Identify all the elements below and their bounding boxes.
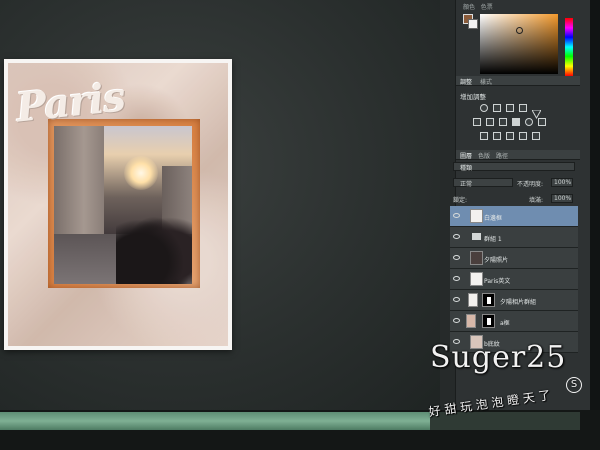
sun-glow	[124, 156, 158, 190]
curves-icon[interactable]	[506, 104, 514, 112]
layers-tabbar: 圖層 色版 路徑	[456, 150, 580, 160]
tab-color[interactable]: 顏色	[463, 4, 475, 11]
tab-channels[interactable]: 色版	[478, 151, 490, 160]
photo-filter-icon[interactable]	[525, 118, 533, 126]
blend-row: 正常 不透明度: 100%	[453, 178, 575, 188]
document-canvas[interactable]: Paris	[4, 59, 232, 350]
selective-color-icon[interactable]	[532, 132, 540, 140]
layer-thumbnail	[470, 251, 483, 265]
layer-name: a框	[500, 320, 510, 327]
crowd-silhouettes	[116, 212, 192, 284]
blend-mode-select[interactable]: 正常	[453, 178, 513, 188]
layer-thumbnail	[470, 209, 483, 223]
layer-name: Paris英文	[484, 278, 511, 285]
layer-thumbnail	[468, 293, 478, 307]
color-panel-tabs: 顏色 色票	[463, 2, 493, 11]
sunset-street-photo	[54, 126, 192, 284]
color-picker-field[interactable]	[480, 14, 558, 74]
color-balance-icon[interactable]	[499, 118, 507, 126]
watermark-text: Suger25	[430, 340, 567, 375]
taskbar	[0, 412, 430, 430]
tab-styles[interactable]: 樣式	[480, 77, 492, 86]
layer-mask-thumbnail	[482, 314, 495, 328]
layer-name: 群組 1	[484, 236, 502, 243]
layer-name: 白邊框	[484, 215, 503, 222]
bw-icon[interactable]	[512, 118, 520, 126]
layer-row[interactable]: 夕陽照片	[450, 248, 578, 269]
layer-row[interactable]: 夕陽相片群組	[450, 290, 578, 311]
adjustments-tabbar: 調整 樣式	[456, 76, 580, 86]
brightness-icon[interactable]	[480, 104, 488, 112]
screen-right-edge	[590, 0, 600, 410]
layer-row[interactable]: 群組 1	[450, 227, 578, 248]
layer-name: 夕陽相片群組	[500, 299, 537, 306]
photo-frame	[48, 119, 200, 288]
invert-icon[interactable]	[480, 132, 488, 140]
layers-list: 白邊框 群組 1 夕陽照片 Paris英文 夕陽相片群組 a框 b底紋	[450, 206, 578, 353]
lock-label: 鎖定:	[453, 197, 468, 204]
hue-slider[interactable]	[565, 18, 573, 76]
tab-swatches[interactable]: 色票	[481, 4, 493, 11]
layer-name: 夕陽照片	[484, 257, 509, 264]
background-color-swatch[interactable]	[468, 19, 478, 29]
tab-layers[interactable]: 圖層	[460, 151, 472, 160]
channel-mixer-icon[interactable]	[538, 118, 546, 126]
layer-row[interactable]: 白邊框	[450, 206, 578, 227]
layer-mask-thumbnail	[482, 293, 495, 307]
color-picker-marker[interactable]	[516, 27, 523, 34]
exposure-icon[interactable]	[519, 104, 527, 112]
adjustments-title: 增加調整	[460, 93, 486, 101]
canvas-workspace[interactable]: Paris	[0, 0, 440, 410]
hue-icon[interactable]	[486, 118, 494, 126]
eye-icon[interactable]	[453, 213, 460, 218]
levels-icon[interactable]	[493, 104, 501, 112]
eye-icon[interactable]	[453, 234, 460, 239]
lock-row: 鎖定: 填滿: 100%	[453, 194, 575, 204]
posterize-icon[interactable]	[493, 132, 501, 140]
layer-row[interactable]: a框	[450, 311, 578, 332]
opacity-input[interactable]: 100%	[551, 178, 573, 187]
opacity-label: 不透明度:	[517, 181, 544, 188]
gradient-map-icon[interactable]	[519, 132, 527, 140]
eye-icon[interactable]	[453, 318, 460, 323]
fill-label: 填滿:	[529, 197, 544, 204]
vibrance-icon[interactable]	[473, 118, 481, 126]
tab-paths[interactable]: 路徑	[496, 151, 508, 160]
folder-icon	[472, 233, 481, 240]
layer-thumbnail	[466, 314, 476, 328]
eye-icon[interactable]	[453, 255, 460, 260]
triangle-icon[interactable]	[531, 104, 542, 120]
layer-row[interactable]: Paris英文	[450, 269, 578, 290]
layer-filter-select[interactable]: 種類	[453, 162, 575, 172]
layer-thumbnail	[470, 272, 483, 286]
fill-input[interactable]: 100%	[551, 194, 573, 203]
building-left	[54, 126, 104, 246]
tab-adjustments[interactable]: 調整	[460, 77, 472, 86]
threshold-icon[interactable]	[506, 132, 514, 140]
eye-icon[interactable]	[453, 297, 460, 302]
eye-icon[interactable]	[453, 276, 460, 281]
